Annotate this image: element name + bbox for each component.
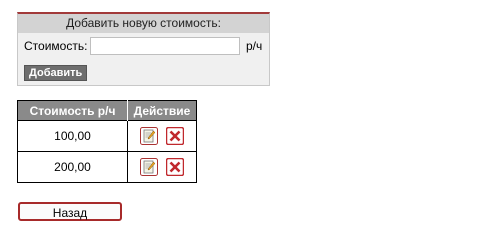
cost-cell: 100,00 bbox=[17, 120, 128, 152]
cost-input-row: Стоимость: р/ч bbox=[18, 33, 269, 59]
action-cell bbox=[127, 120, 197, 152]
back-button[interactable]: Назад bbox=[18, 202, 122, 221]
edit-icon[interactable] bbox=[140, 127, 159, 145]
table-row: 100,00 bbox=[17, 120, 197, 152]
add-cost-panel: Добавить новую стоимость: Стоимость: р/ч… bbox=[17, 12, 270, 86]
table-header-row: Стоимость р/ч Действие bbox=[17, 100, 197, 121]
costs-table: Стоимость р/ч Действие 100,00 200,00 bbox=[17, 100, 197, 183]
delete-icon[interactable] bbox=[165, 157, 184, 177]
cost-label: Стоимость: bbox=[24, 39, 88, 53]
add-cost-header: Добавить новую стоимость: bbox=[18, 14, 269, 33]
cost-input[interactable] bbox=[90, 37, 240, 55]
table-row: 200,00 bbox=[17, 151, 197, 183]
column-header-action: Действие bbox=[127, 100, 197, 121]
add-button[interactable]: Добавить bbox=[24, 65, 88, 81]
edit-icon[interactable] bbox=[140, 158, 159, 176]
column-header-cost: Стоимость р/ч bbox=[17, 100, 128, 121]
cost-cell: 200,00 bbox=[17, 151, 128, 183]
cost-unit: р/ч bbox=[246, 39, 263, 53]
delete-icon[interactable] bbox=[165, 126, 184, 146]
action-cell bbox=[127, 151, 197, 183]
